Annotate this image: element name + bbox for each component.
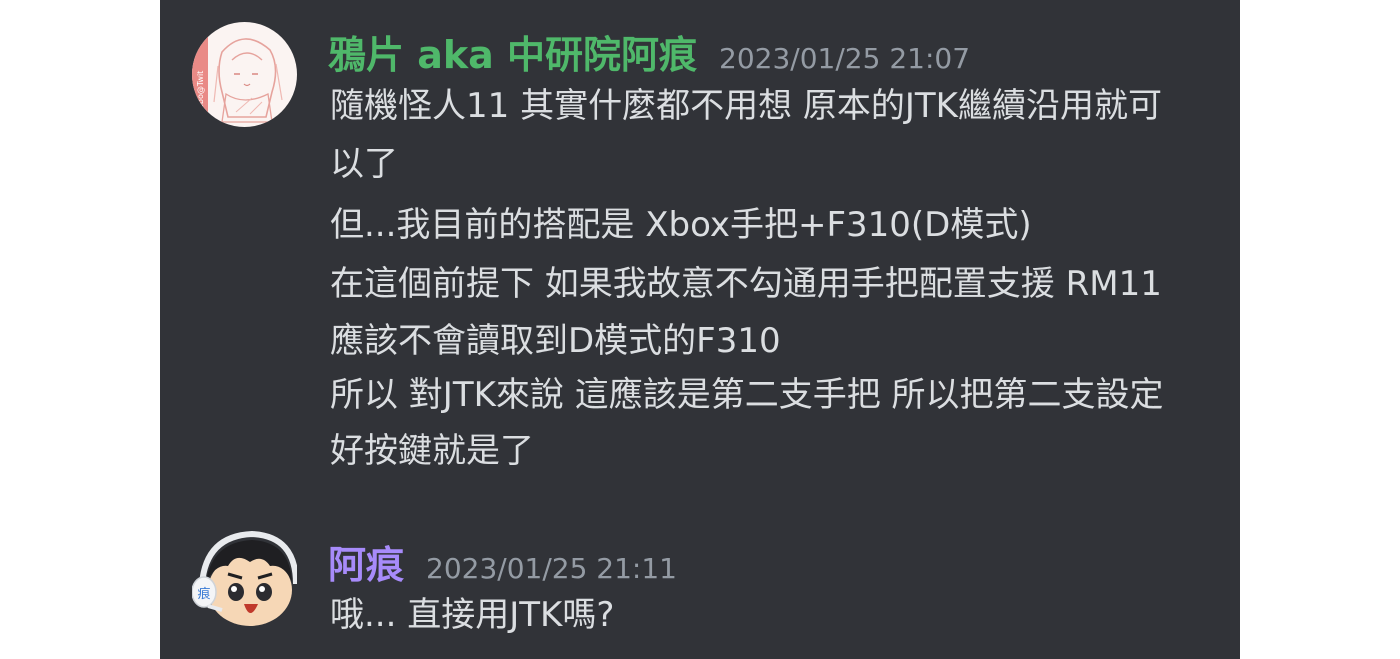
message-line: 好按鍵就是了 bbox=[330, 431, 534, 471]
user-avatar[interactable]: 痕 bbox=[192, 530, 297, 635]
anime-girl-sketch-icon: mdbo@Twit bbox=[192, 22, 297, 127]
svg-text:mdbo@Twit: mdbo@Twit bbox=[196, 71, 205, 117]
message-line: 但...我目前的搭配是 Xbox手把+F310(D模式) bbox=[330, 205, 1032, 245]
message-line: 在這個前提下 如果我故意不勾通用手把配置支援 RM11 bbox=[330, 264, 1162, 304]
message-line: 應該不會讀取到D模式的F310 bbox=[330, 321, 781, 361]
timestamp: 2023/01/25 21:07 bbox=[719, 42, 971, 75]
message-line: 以了 bbox=[330, 144, 398, 184]
message-line: 所以 對JTK來說 這應該是第二支手把 所以把第二支設定 bbox=[330, 375, 1164, 415]
user-avatar[interactable]: mdbo@Twit bbox=[192, 22, 297, 127]
chibi-headset-icon: 痕 bbox=[192, 530, 297, 635]
avatar-badge-text: 痕 bbox=[197, 586, 210, 602]
message-header: 鴉片 aka 中研院阿痕 2023/01/25 21:07 bbox=[328, 24, 970, 79]
username[interactable]: 鴉片 aka 中研院阿痕 bbox=[328, 24, 697, 79]
timestamp: 2023/01/25 21:11 bbox=[426, 552, 677, 585]
message-line: 隨機怪人11 其實什麼都不用想 原本的JTK繼續沿用就可 bbox=[330, 86, 1162, 126]
chat-message-list: mdbo@Twit 鴉片 aka 中研院阿痕 2023/01/25 21:07 … bbox=[160, 0, 1240, 659]
message-line: 哦... 直接用JTK嗎? bbox=[330, 595, 615, 635]
username[interactable]: 阿痕 bbox=[328, 534, 404, 589]
message-header: 阿痕 2023/01/25 21:11 bbox=[328, 534, 677, 589]
